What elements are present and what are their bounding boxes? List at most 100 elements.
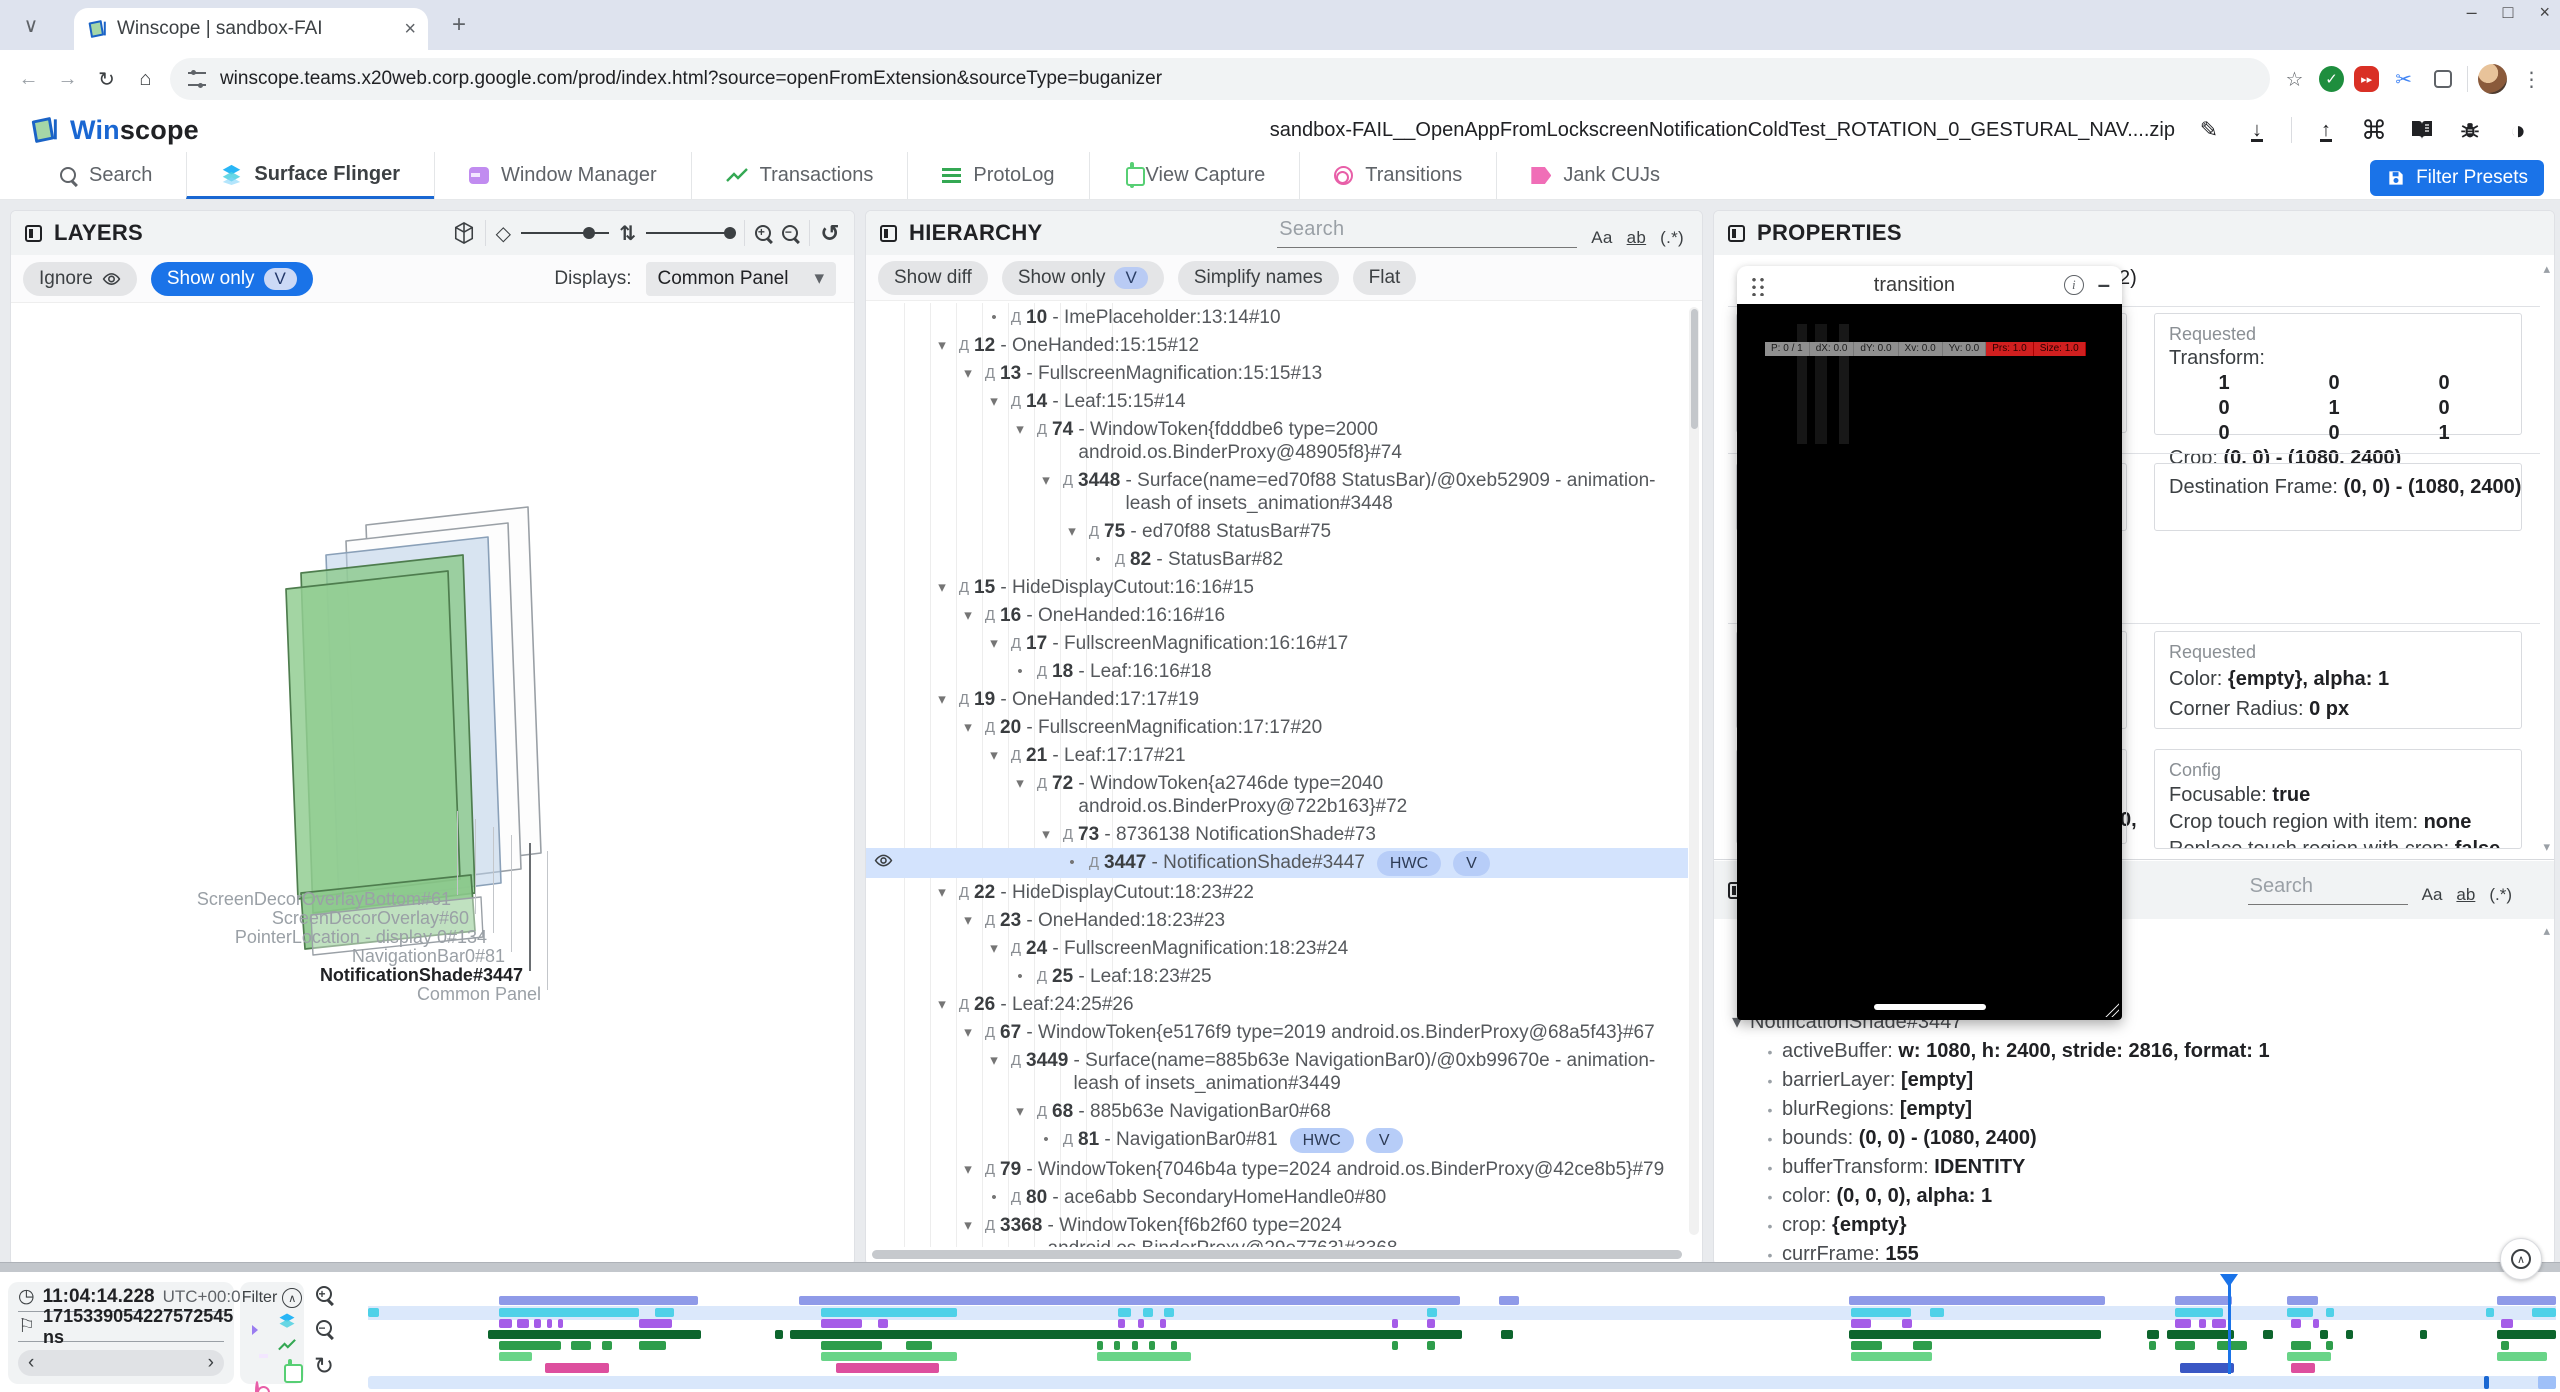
hierarchy-row-23[interactable]: ▾Д23 - OneHanded:18:23#23	[866, 906, 1688, 934]
collapse-filter-icon[interactable]: ∧	[282, 1288, 302, 1308]
trace-entry[interactable]	[2346, 1330, 2353, 1339]
timeline-cursor[interactable]	[2228, 1274, 2231, 1374]
trace-entry[interactable]	[2486, 1308, 2494, 1317]
expand-arrow-icon[interactable]: ▾	[930, 881, 954, 904]
expand-arrow-icon[interactable]: ▾	[956, 604, 980, 627]
minimize-icon[interactable]: –	[2098, 272, 2110, 298]
trace-entry[interactable]	[517, 1319, 529, 1328]
transition-window-header[interactable]: transition i –	[1737, 266, 2122, 304]
window-close-icon[interactable]: ×	[2539, 2, 2550, 23]
displays-select[interactable]: Common Panel ▾	[646, 262, 837, 296]
hierarchy-row-21[interactable]: ▾Д21 - Leaf:17:17#21	[866, 741, 1688, 769]
pin-icon[interactable]: Д	[954, 688, 974, 711]
overview-end-block[interactable]	[2538, 1376, 2556, 1389]
human-time[interactable]: 11:04:14.228	[43, 1286, 155, 1308]
expand-arrow-icon[interactable]: ▾	[1008, 772, 1032, 795]
pin-icon[interactable]: Д	[954, 993, 974, 1016]
hierarchy-row-10[interactable]: •Д10 - ImePlaceholder:13:14#10	[866, 303, 1688, 331]
trace-entry[interactable]	[906, 1341, 932, 1350]
trace-entry[interactable]	[1164, 1308, 1174, 1317]
trace-entry[interactable]	[2313, 1319, 2319, 1328]
zoom-out-icon[interactable]: −	[782, 225, 799, 242]
property-item-blurRegions[interactable]: •blurRegions: [empty]	[1724, 1095, 2534, 1124]
trace-entry[interactable]	[836, 1363, 939, 1373]
upload-trace-icon[interactable]: ↑	[2312, 116, 2340, 144]
trace-entry[interactable]	[1849, 1296, 2105, 1305]
pin-icon[interactable]: Д	[1032, 660, 1052, 683]
regex-icon[interactable]: (.*)	[2489, 885, 2512, 905]
ns-time[interactable]: 1715339054227572545 ns	[43, 1306, 233, 1348]
trace-entry[interactable]	[1392, 1341, 1398, 1350]
pin-icon[interactable]: Д	[980, 1021, 1000, 1044]
hierarchy-vertical-scrollbar[interactable]	[1689, 307, 1699, 1235]
home-icon[interactable]: ⌂	[131, 64, 160, 94]
trace-entry[interactable]	[547, 1319, 552, 1328]
trace-entry[interactable]	[1097, 1352, 1191, 1361]
pin-icon[interactable]: Д	[1006, 1186, 1026, 1209]
trace-entry[interactable]	[2532, 1308, 2556, 1317]
trace-entry[interactable]	[1913, 1341, 1933, 1350]
filter-transitions-icon[interactable]	[255, 1383, 259, 1392]
download-trace-icon[interactable]: ↓	[2243, 116, 2271, 144]
pin-icon[interactable]: Д	[1006, 1049, 1026, 1072]
trace-entry[interactable]	[2217, 1341, 2248, 1350]
new-tab-button[interactable]: +	[444, 10, 474, 40]
trace-entry[interactable]	[639, 1319, 672, 1328]
hierarchy-row-22[interactable]: ▾Д22 - HideDisplayCutout:18:23#22	[866, 878, 1688, 906]
flat-chip[interactable]: Flat	[1353, 261, 1417, 295]
trace-entry[interactable]	[1143, 1308, 1153, 1317]
prev-frame-icon[interactable]: ‹	[28, 1352, 34, 1374]
browser-menu-kebab-icon[interactable]: ⋮	[2517, 64, 2546, 94]
filter-presets-button[interactable]: Filter Presets	[2370, 160, 2544, 196]
filter-surface-flinger-icon[interactable]	[278, 1312, 296, 1335]
hierarchy-row-25[interactable]: •Д25 - Leaf:18:23#25	[866, 962, 1688, 990]
expand-arrow-icon[interactable]: ▾	[956, 1214, 980, 1237]
trace-entry[interactable]	[1138, 1319, 1144, 1328]
trace-entry[interactable]	[821, 1341, 882, 1350]
trace-entry[interactable]	[1851, 1352, 1932, 1361]
show-only-chip[interactable]: Show only V	[1002, 261, 1164, 295]
expand-arrow-icon[interactable]: ▾	[930, 334, 954, 357]
expand-arrow-icon[interactable]: ▾	[1008, 1100, 1032, 1123]
properties-search-input[interactable]: Search	[2248, 875, 2408, 905]
trace-entry[interactable]	[2501, 1319, 2513, 1328]
trace-entry[interactable]	[2175, 1296, 2232, 1305]
report-bug-icon[interactable]	[2456, 116, 2484, 144]
trace-entry[interactable]	[2175, 1341, 2195, 1350]
layer-label[interactable]: NotificationShade#3447	[320, 965, 523, 986]
expand-arrow-icon[interactable]: ▾	[956, 362, 980, 385]
pin-icon[interactable]: Д	[1110, 548, 1130, 571]
trace-entry[interactable]	[1902, 1319, 1912, 1328]
trace-entry[interactable]	[1118, 1308, 1130, 1317]
trace-entry[interactable]	[499, 1319, 512, 1328]
rotation-slider[interactable]	[521, 232, 609, 235]
trace-entry[interactable]	[1160, 1319, 1166, 1328]
property-item-bufferTransform[interactable]: •bufferTransform: IDENTITY	[1724, 1153, 2534, 1182]
tab-close-icon[interactable]: ×	[404, 18, 416, 41]
expand-arrow-icon[interactable]: ▾	[982, 937, 1006, 960]
trace-entry[interactable]	[1132, 1341, 1138, 1350]
expand-arrow-icon[interactable]: ▾	[930, 576, 954, 599]
trace-entry[interactable]	[602, 1341, 612, 1350]
pin-icon[interactable]: Д	[954, 881, 974, 904]
tab-search[interactable]: Search	[26, 152, 186, 199]
pin-icon[interactable]: Д	[954, 334, 974, 357]
trace-entry[interactable]	[1392, 1319, 1398, 1328]
expand-arrow-icon[interactable]: ▾	[982, 390, 1006, 413]
trace-entry[interactable]	[499, 1352, 532, 1361]
extension-check-icon[interactable]: ✓	[2319, 66, 2344, 92]
filter-view-capture-icon[interactable]	[283, 1361, 292, 1379]
hierarchy-row-15[interactable]: ▾Д15 - HideDisplayCutout:16:16#15	[866, 573, 1688, 601]
edit-filename-icon[interactable]: ✎	[2195, 116, 2223, 144]
pin-icon[interactable]: Д	[980, 716, 1000, 739]
trace-entry[interactable]	[1930, 1308, 1944, 1317]
timeline-overview-strip[interactable]	[368, 1376, 2556, 1389]
trace-entry[interactable]	[499, 1296, 698, 1305]
expand-arrow-icon[interactable]: ▾	[982, 1049, 1006, 1072]
ignore-chip[interactable]: Ignore	[23, 262, 137, 296]
tab-search-chevron-icon[interactable]: ∨	[16, 10, 46, 40]
pin-icon[interactable]: Д	[980, 362, 1000, 385]
hierarchy-row-14[interactable]: ▾Д14 - Leaf:15:15#14	[866, 387, 1688, 415]
trace-entry[interactable]	[571, 1341, 591, 1350]
trace-entry[interactable]	[2199, 1319, 2206, 1328]
